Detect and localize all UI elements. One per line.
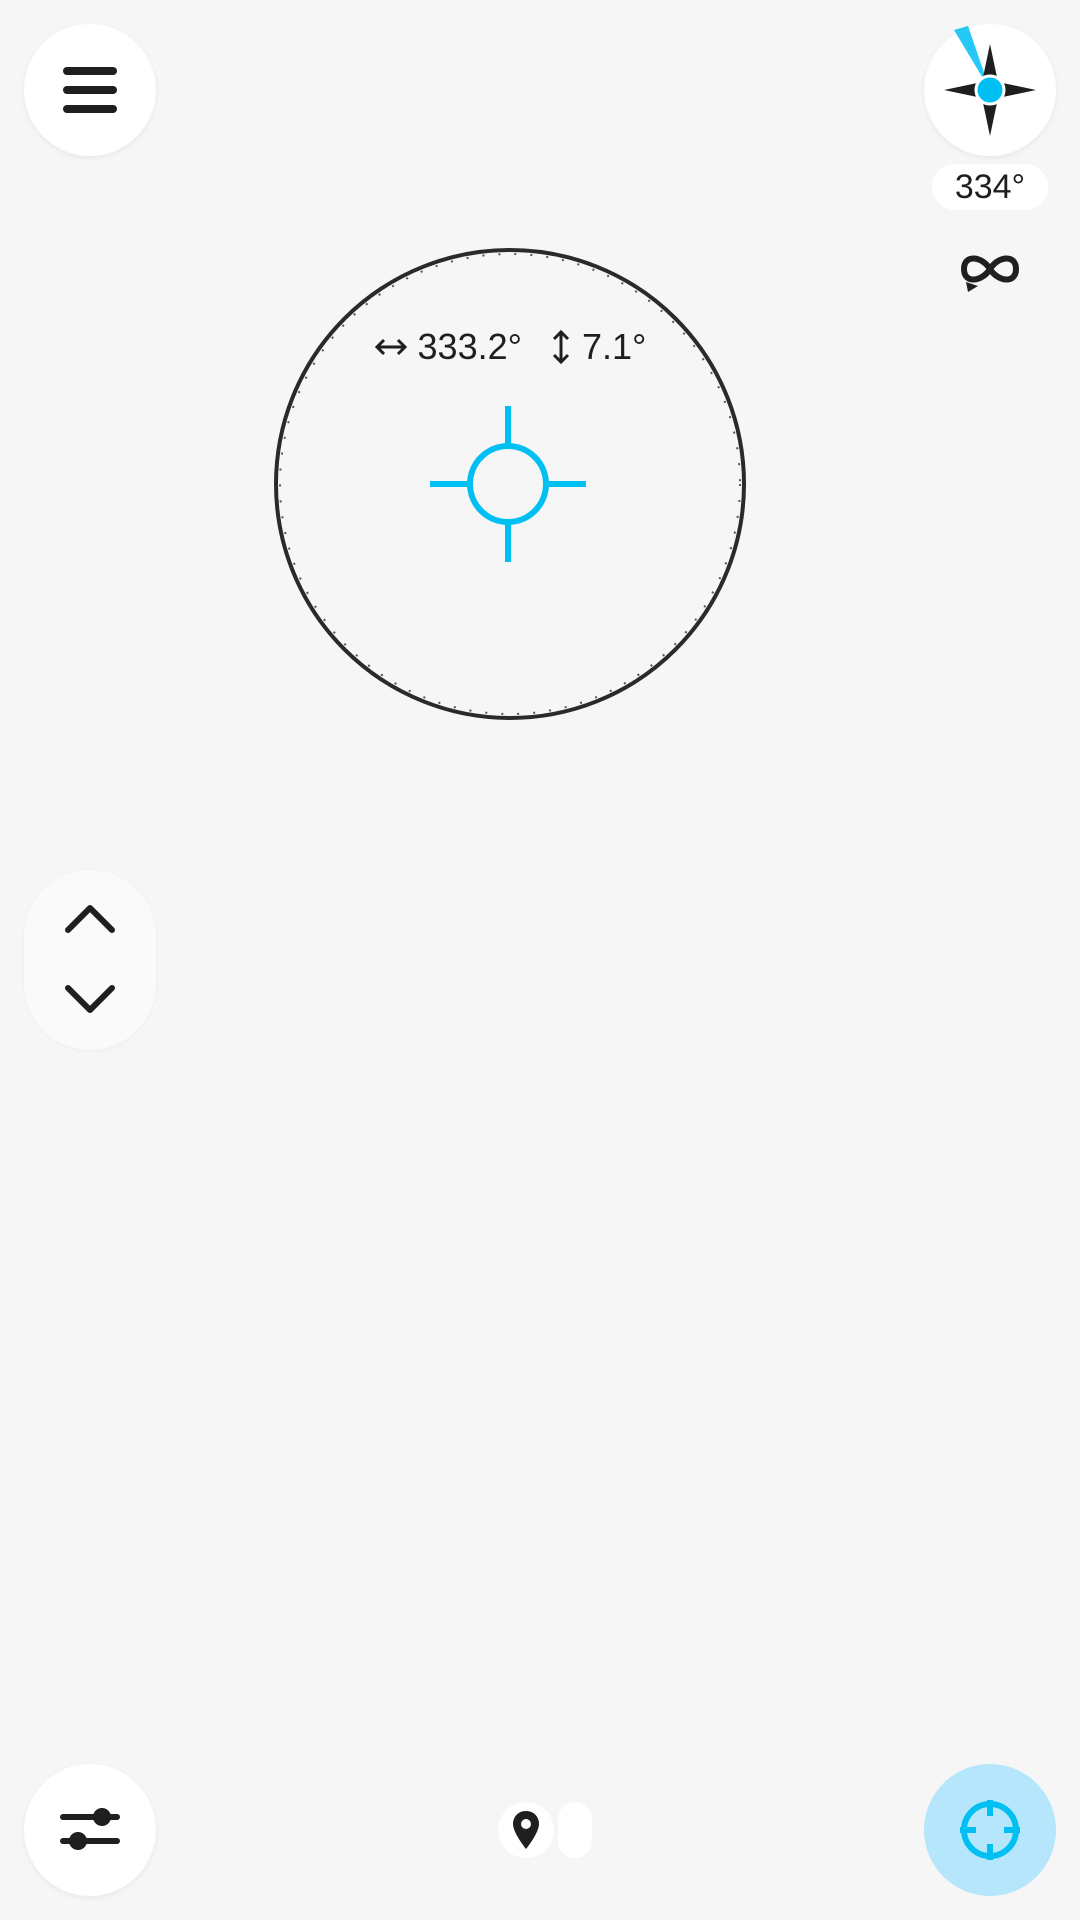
- beacon-empty-slot[interactable]: [558, 1802, 592, 1858]
- chevron-up-icon: [65, 905, 115, 933]
- beacon-location-button[interactable]: [498, 1802, 554, 1858]
- compass-button[interactable]: [924, 24, 1056, 156]
- filter-button[interactable]: [24, 1764, 156, 1896]
- azimuth-value: 333.2°: [417, 326, 523, 367]
- crosshair-reticle-icon: [430, 406, 586, 562]
- loop-icon[interactable]: [956, 246, 1024, 292]
- location-pin-icon: [513, 1811, 539, 1849]
- compass-rose-icon: [944, 26, 1036, 136]
- sliders-icon: [60, 1808, 120, 1850]
- menu-icon: [63, 67, 117, 113]
- horizontal-arrows-icon: [374, 338, 407, 356]
- level-control: [24, 870, 156, 1050]
- beacon-selector: [498, 1802, 592, 1858]
- crosshair-target-icon: [960, 1800, 1020, 1860]
- chevron-down-icon: [65, 985, 115, 1013]
- vertical-arrows-icon: [552, 329, 570, 365]
- target-button[interactable]: [924, 1764, 1056, 1896]
- level-down-button[interactable]: [60, 980, 120, 1020]
- heading-label: 334°: [932, 164, 1048, 210]
- orientation-readout: 333.2° 7.1°: [270, 326, 750, 368]
- elevation-value: 7.1°: [582, 326, 647, 367]
- menu-button[interactable]: [24, 24, 156, 156]
- level-up-button[interactable]: [60, 898, 120, 938]
